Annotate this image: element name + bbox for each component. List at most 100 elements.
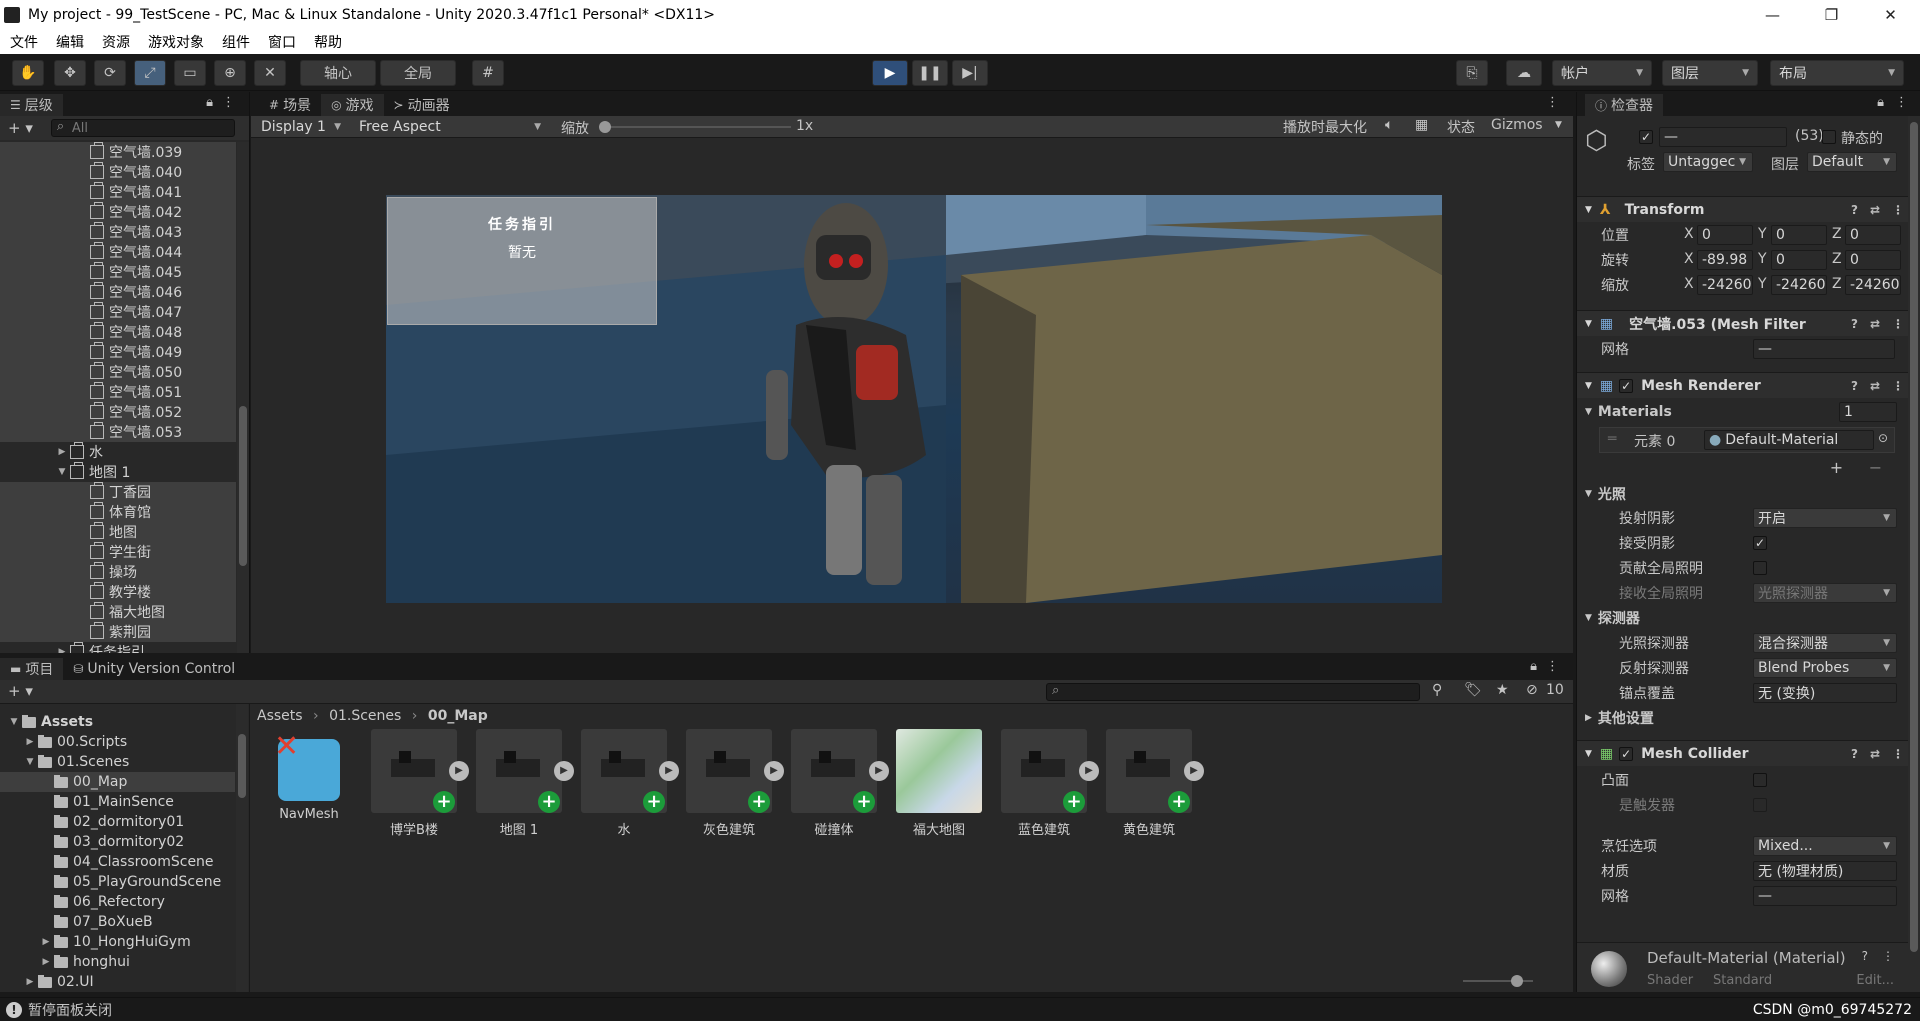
asset-tile[interactable]: ▶ + 碰撞体: [790, 729, 889, 838]
foldout-icon[interactable]: ▼: [1585, 613, 1592, 623]
lock-icon[interactable]: 🔒︎: [1877, 95, 1884, 110]
foldout-icon[interactable]: ▼: [1585, 749, 1592, 759]
component-menu-icon[interactable]: ⋮: [1882, 949, 1894, 963]
project-folder-item[interactable]: 06_Refectory: [0, 892, 235, 912]
foldout-icon[interactable]: ▼: [8, 717, 20, 727]
project-folder-item[interactable]: 01_MainSence: [0, 792, 235, 812]
hierarchy-item[interactable]: 紫荆园: [0, 622, 236, 642]
static-checkbox[interactable]: [1822, 130, 1836, 144]
gizmos-dropdown-arrow-icon[interactable]: ▼: [1555, 120, 1562, 130]
preset-icon[interactable]: ⇄: [1870, 203, 1880, 217]
more-menu-icon[interactable]: ⋮: [1895, 95, 1908, 110]
axis-x-label[interactable]: X: [1684, 251, 1694, 267]
edit-shader-button[interactable]: Edit...: [1856, 973, 1894, 988]
collider-mesh-field[interactable]: —: [1753, 886, 1897, 906]
menu-component[interactable]: 组件: [222, 32, 250, 52]
scale-slider-handle[interactable]: [599, 121, 611, 133]
hierarchy-item[interactable]: 空气墙.046: [0, 282, 236, 302]
prefab-expand-icon[interactable]: ▶: [1079, 761, 1099, 781]
inspector-scrollbar[interactable]: [1908, 116, 1920, 992]
foldout-collapsed-icon[interactable]: ▶: [56, 447, 68, 457]
hierarchy-item[interactable]: 学生街: [0, 542, 236, 562]
prefab-expand-icon[interactable]: ▶: [449, 761, 469, 781]
remove-element-button[interactable]: −: [1869, 458, 1882, 478]
aspect-dropdown[interactable]: Free Aspect: [351, 116, 549, 138]
project-folder-item[interactable]: ▶ 02.UI: [0, 972, 235, 992]
lighting-section[interactable]: ▼ 光照: [1577, 482, 1908, 506]
foldout-icon[interactable]: ▼: [1585, 407, 1592, 417]
project-folder-item[interactable]: 02_dormitory01: [0, 812, 235, 832]
hierarchy-item[interactable]: 地图: [0, 522, 236, 542]
axis-z-label[interactable]: Z: [1832, 251, 1842, 267]
rot-z-field[interactable]: 0: [1845, 250, 1901, 270]
cast-shadows-dropdown[interactable]: 开启: [1753, 508, 1897, 528]
physics-material-field[interactable]: 无 (物理材质): [1753, 861, 1897, 881]
hierarchy-item[interactable]: 空气墙.043: [0, 222, 236, 242]
grid-snap-icon[interactable]: #: [472, 60, 504, 86]
help-icon[interactable]: ?: [1862, 949, 1868, 963]
add-element-button[interactable]: +: [1830, 458, 1843, 478]
help-icon[interactable]: ?: [1851, 379, 1858, 393]
hierarchy-item[interactable]: 空气墙.039: [0, 142, 236, 162]
hand-tool-icon[interactable]: ✋: [12, 60, 44, 86]
prefab-expand-icon[interactable]: ▶: [554, 761, 574, 781]
hierarchy-item[interactable]: 空气墙.047: [0, 302, 236, 322]
menu-assets[interactable]: 资源: [102, 32, 130, 52]
materials-count-field[interactable]: 1: [1839, 402, 1897, 422]
component-menu-icon[interactable]: ⋮: [1892, 203, 1904, 217]
rotate-tool-icon[interactable]: ⟳: [94, 60, 126, 86]
pos-x-field[interactable]: 0: [1697, 225, 1753, 245]
rot-x-field[interactable]: -89.98: [1697, 250, 1753, 270]
project-folder-item[interactable]: ▶ 00.Scripts: [0, 732, 235, 752]
project-folder-item[interactable]: 07_BoXueB: [0, 912, 235, 932]
hierarchy-item[interactable]: 空气墙.041: [0, 182, 236, 202]
tab-inspector[interactable]: ⓘ 检查器: [1585, 94, 1664, 116]
menu-window[interactable]: 窗口: [268, 32, 296, 52]
static-label[interactable]: 静态的: [1841, 128, 1883, 148]
project-folder-item[interactable]: 00_Map: [0, 772, 235, 792]
asset-tile[interactable]: ▶ + 黄色建筑: [1105, 729, 1204, 838]
tab-animator[interactable]: ≻ 动画器: [383, 94, 460, 116]
receive-shadows-checkbox[interactable]: ✓: [1753, 536, 1767, 550]
hierarchy-item[interactable]: 体育馆: [0, 502, 236, 522]
more-menu-icon[interactable]: ⋮: [1546, 659, 1559, 674]
probes-section[interactable]: ▼ 探测器: [1577, 606, 1908, 630]
axis-z-label[interactable]: Z: [1832, 226, 1842, 242]
component-menu-icon[interactable]: ⋮: [1892, 317, 1904, 331]
hierarchy-item[interactable]: 空气墙.040: [0, 162, 236, 182]
step-button[interactable]: ▶|: [952, 60, 988, 86]
custom-tool-icon[interactable]: ✕: [254, 60, 286, 86]
hidden-packages-icon[interactable]: ⊘: [1526, 682, 1538, 698]
hierarchy-item[interactable]: 空气墙.045: [0, 262, 236, 282]
mesh-field[interactable]: —: [1753, 339, 1895, 359]
maximize-button[interactable]: ❐: [1802, 0, 1861, 29]
axis-y-label[interactable]: Y: [1758, 251, 1767, 267]
more-menu-icon[interactable]: ⋮: [1546, 95, 1559, 110]
menu-file[interactable]: 文件: [10, 32, 38, 52]
search-by-type-icon[interactable]: ⚲: [1432, 682, 1442, 698]
hierarchy-item[interactable]: ▶ 水: [0, 442, 236, 462]
foldout-icon[interactable]: ▼: [1585, 319, 1592, 329]
keyboard-shortcuts-icon[interactable]: ▦: [1415, 117, 1428, 133]
scale-tool-icon[interactable]: ⤢: [134, 60, 166, 86]
gizmos-toggle[interactable]: Gizmos: [1491, 117, 1543, 133]
hierarchy-item[interactable]: 丁香园: [0, 482, 236, 502]
project-folder-item[interactable]: 04_ClassroomScene: [0, 852, 235, 872]
hierarchy-item[interactable]: 空气墙.051: [0, 382, 236, 402]
asset-tile[interactable]: ✕ NavMesh: [265, 729, 353, 822]
prefab-expand-icon[interactable]: ▶: [659, 761, 679, 781]
element-material-field[interactable]: ● Default-Material: [1704, 430, 1874, 450]
tab-hierarchy[interactable]: ☰ 层级: [0, 94, 63, 116]
menu-edit[interactable]: 编辑: [56, 32, 84, 52]
rot-y-field[interactable]: 0: [1771, 250, 1827, 270]
tab-version-control[interactable]: ⛁ Unity Version Control: [63, 658, 246, 680]
mute-audio-icon[interactable]: 🔈︎: [1385, 117, 1393, 133]
preset-icon[interactable]: ⇄: [1870, 379, 1880, 393]
mesh-collider-enabled-checkbox[interactable]: ✓: [1619, 746, 1634, 761]
menu-help[interactable]: 帮助: [314, 32, 342, 52]
foldout-collapsed-icon[interactable]: ▶: [24, 977, 36, 987]
more-menu-icon[interactable]: ⋮: [222, 95, 235, 110]
pause-button[interactable]: ❚❚: [912, 60, 948, 86]
hierarchy-item[interactable]: 空气墙.053: [0, 422, 236, 442]
mesh-filter-header[interactable]: ▼ ▦ 空气墙.053 (Mesh Filter ? ⇄ ⋮: [1577, 310, 1908, 336]
